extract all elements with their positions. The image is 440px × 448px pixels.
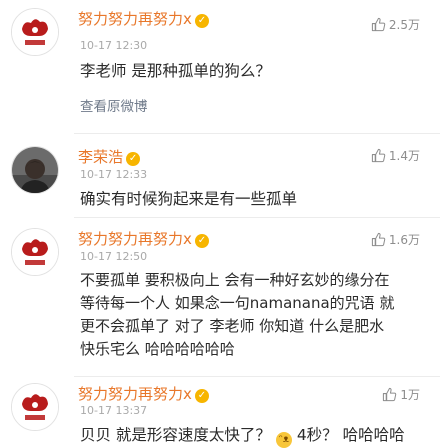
comment-text-line: 快乐宅么 哈哈哈哈哈哈: [80, 340, 235, 358]
like-button[interactable]: 1.4万: [371, 148, 420, 164]
thumbs-up-icon: [371, 17, 386, 32]
like-button[interactable]: 2.5万: [371, 17, 420, 33]
avatar[interactable]: [11, 8, 59, 56]
avatar[interactable]: [11, 383, 59, 431]
grinning-emoji-icon: ᵔᴥ: [275, 432, 292, 448]
comment-item: 李荣浩 ✓ 10-17 12:33 1.4万 确实有时候狗起来是有一些孤单: [0, 134, 440, 217]
avatar[interactable]: [11, 228, 59, 276]
timestamp: 10-17 12:33: [80, 168, 148, 181]
verified-badge-icon: ✓: [194, 234, 209, 248]
view-original-weibo-link[interactable]: 查看原微博: [80, 99, 148, 115]
avatar[interactable]: [11, 146, 59, 194]
timestamp: 10-17 13:37: [80, 404, 148, 417]
comment-text-part: 贝贝 就是形容速度太快了？: [80, 426, 271, 444]
username-text: 努力努力再努力x: [78, 230, 192, 248]
like-count: 1.4万: [388, 149, 420, 163]
username-text: 努力努力再努力x: [78, 385, 192, 403]
comment-text: 贝贝 就是形容速度太快了？ ᵔᴥ 4秒？ 哈哈哈哈: [80, 424, 405, 448]
comment-text-part: 4秒？ 哈哈哈哈: [296, 426, 405, 444]
verified-badge-icon: ✓: [126, 152, 141, 166]
username[interactable]: 努力努力再努力x ✓: [78, 230, 209, 248]
like-count: 1万: [400, 388, 420, 402]
avatar-image: [12, 147, 58, 193]
like-button[interactable]: 1.6万: [371, 232, 420, 248]
comment-item: 努力努力再努力x ✓ 10-17 13:37 1万 贝贝 就是形容速度太快了？ ᵔ…: [0, 377, 440, 448]
avatar-image: [12, 384, 58, 430]
like-count: 2.5万: [388, 18, 420, 32]
comment-item: 努力努力再努力x ✓ 10-17 12:30 2.5万 李老师 是那种孤单的狗么？…: [0, 0, 440, 133]
comment-text: 确实有时候狗起来是有一些孤单: [80, 190, 298, 208]
timestamp: 10-17 12:50: [80, 250, 148, 263]
comment-text: 李老师 是那种孤单的狗么？: [80, 62, 271, 80]
avatar-image: [12, 229, 58, 275]
comment-item: 努力努力再努力x ✓ 10-17 12:50 1.6万 不要孤单 要积极向上 会有…: [0, 218, 440, 376]
username[interactable]: 李荣浩 ✓: [78, 148, 141, 166]
like-count: 1.6万: [388, 233, 420, 247]
thumbs-up-icon: [371, 148, 386, 163]
comment-text: 不要孤单 要积极向上 会有一种好玄妙的缘分在 等待每一个人 如果念一句naman…: [80, 269, 435, 361]
timestamp: 10-17 12:30: [80, 39, 148, 52]
verified-badge-icon: ✓: [194, 14, 209, 28]
username[interactable]: 努力努力再努力x ✓: [78, 10, 209, 28]
username-text: 李荣浩: [78, 148, 124, 166]
thumbs-up-icon: [371, 232, 386, 247]
thumbs-up-icon: [383, 387, 397, 402]
comment-text-line: 等待每一个人 如果念一句namanana的咒语 就: [80, 294, 395, 312]
like-button[interactable]: 1万: [382, 387, 420, 403]
verified-badge-icon: ✓: [194, 389, 209, 403]
comment-text-line: 更不会孤单了 对了 李老师 你知道 什么是肥水: [80, 317, 385, 335]
comment-text-line: 不要孤单 要积极向上 会有一种好玄妙的缘分在: [80, 271, 390, 289]
username[interactable]: 努力努力再努力x ✓: [78, 385, 209, 403]
username-text: 努力努力再努力x: [78, 10, 192, 28]
avatar-image: [12, 9, 58, 55]
